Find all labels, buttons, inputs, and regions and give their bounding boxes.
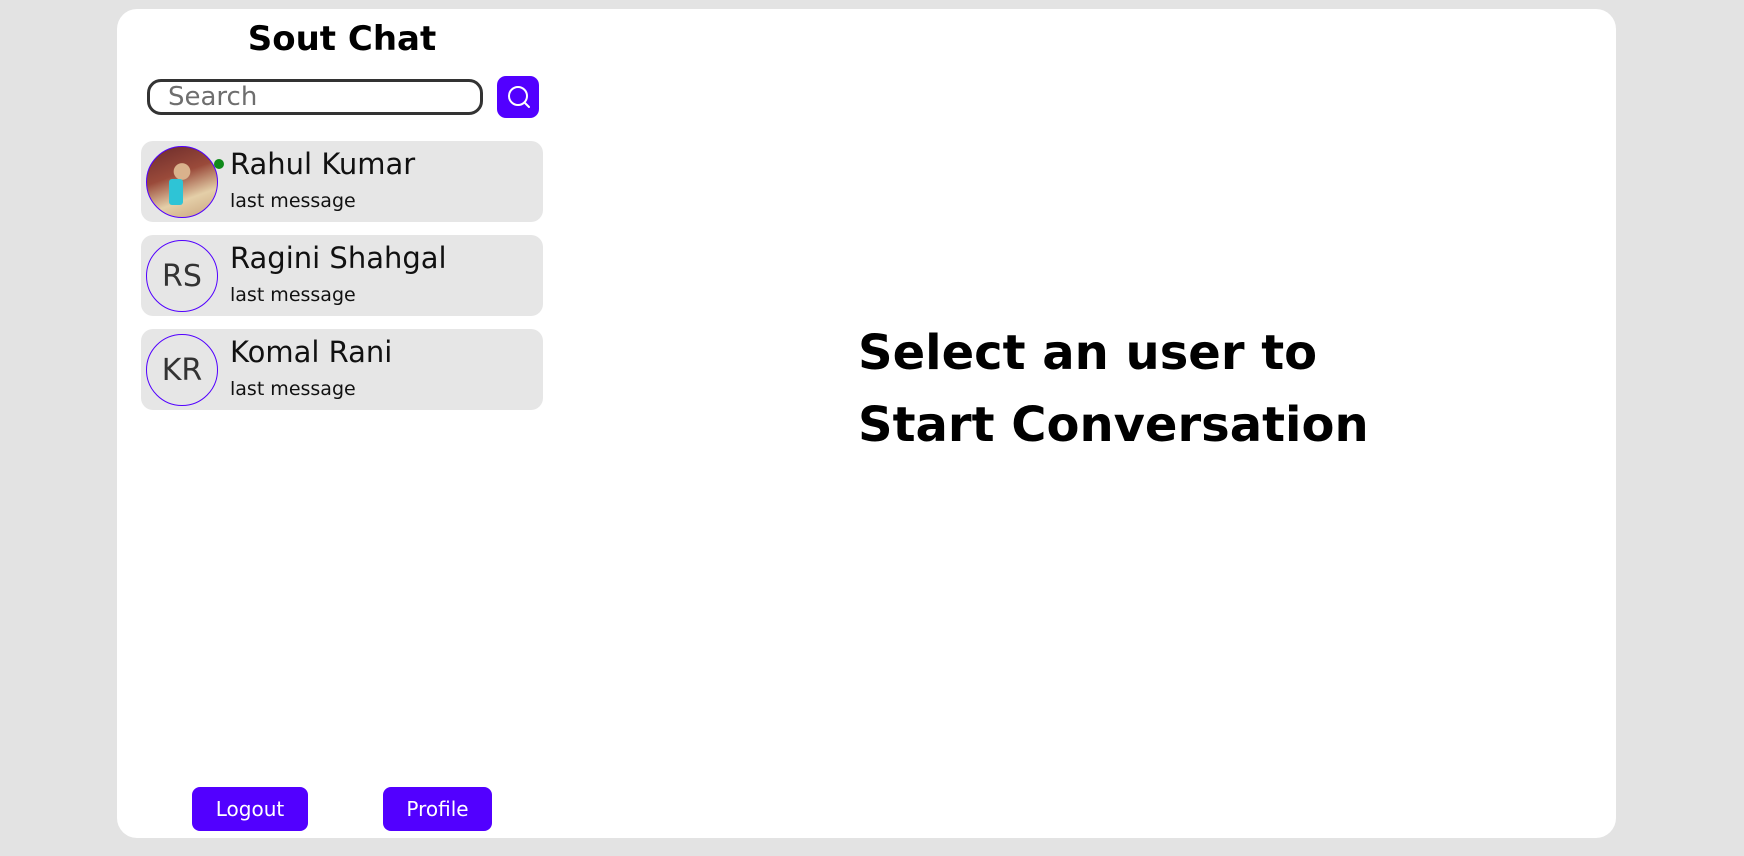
avatar: KR	[146, 334, 218, 406]
avatar-photo	[169, 179, 183, 205]
online-status-dot	[214, 159, 224, 169]
profile-button[interactable]: Profile	[383, 787, 492, 831]
app-title: Sout Chat	[247, 19, 437, 59]
empty-state-line-2: Start Conversation	[858, 397, 1369, 453]
sidebar: Sout Chat Rahul Kumar last message RS	[117, 9, 567, 838]
empty-conversation-message: Select an user to Start Conversation	[858, 317, 1369, 461]
chat-app-window: Sout Chat Rahul Kumar last message RS	[117, 9, 1616, 838]
user-name: Rahul Kumar	[230, 147, 416, 181]
user-item-rahul-kumar[interactable]: Rahul Kumar last message	[141, 141, 543, 222]
user-item-komal-rani[interactable]: KR Komal Rani last message	[141, 329, 543, 410]
logout-button[interactable]: Logout	[192, 787, 308, 831]
user-last-message: last message	[230, 378, 356, 400]
user-name: Ragini Shahgal	[230, 241, 447, 275]
empty-state-line-1: Select an user to	[858, 325, 1318, 381]
search-bar	[147, 76, 557, 118]
user-last-message: last message	[230, 284, 356, 306]
user-list: Rahul Kumar last message RS Ragini Shahg…	[141, 141, 543, 423]
avatar	[146, 146, 218, 218]
search-input[interactable]	[147, 79, 483, 115]
user-name: Komal Rani	[230, 335, 393, 369]
user-item-ragini-shahgal[interactable]: RS Ragini Shahgal last message	[141, 235, 543, 316]
avatar: RS	[146, 240, 218, 312]
search-icon	[508, 86, 530, 108]
search-button[interactable]	[497, 76, 539, 118]
user-last-message: last message	[230, 190, 356, 212]
